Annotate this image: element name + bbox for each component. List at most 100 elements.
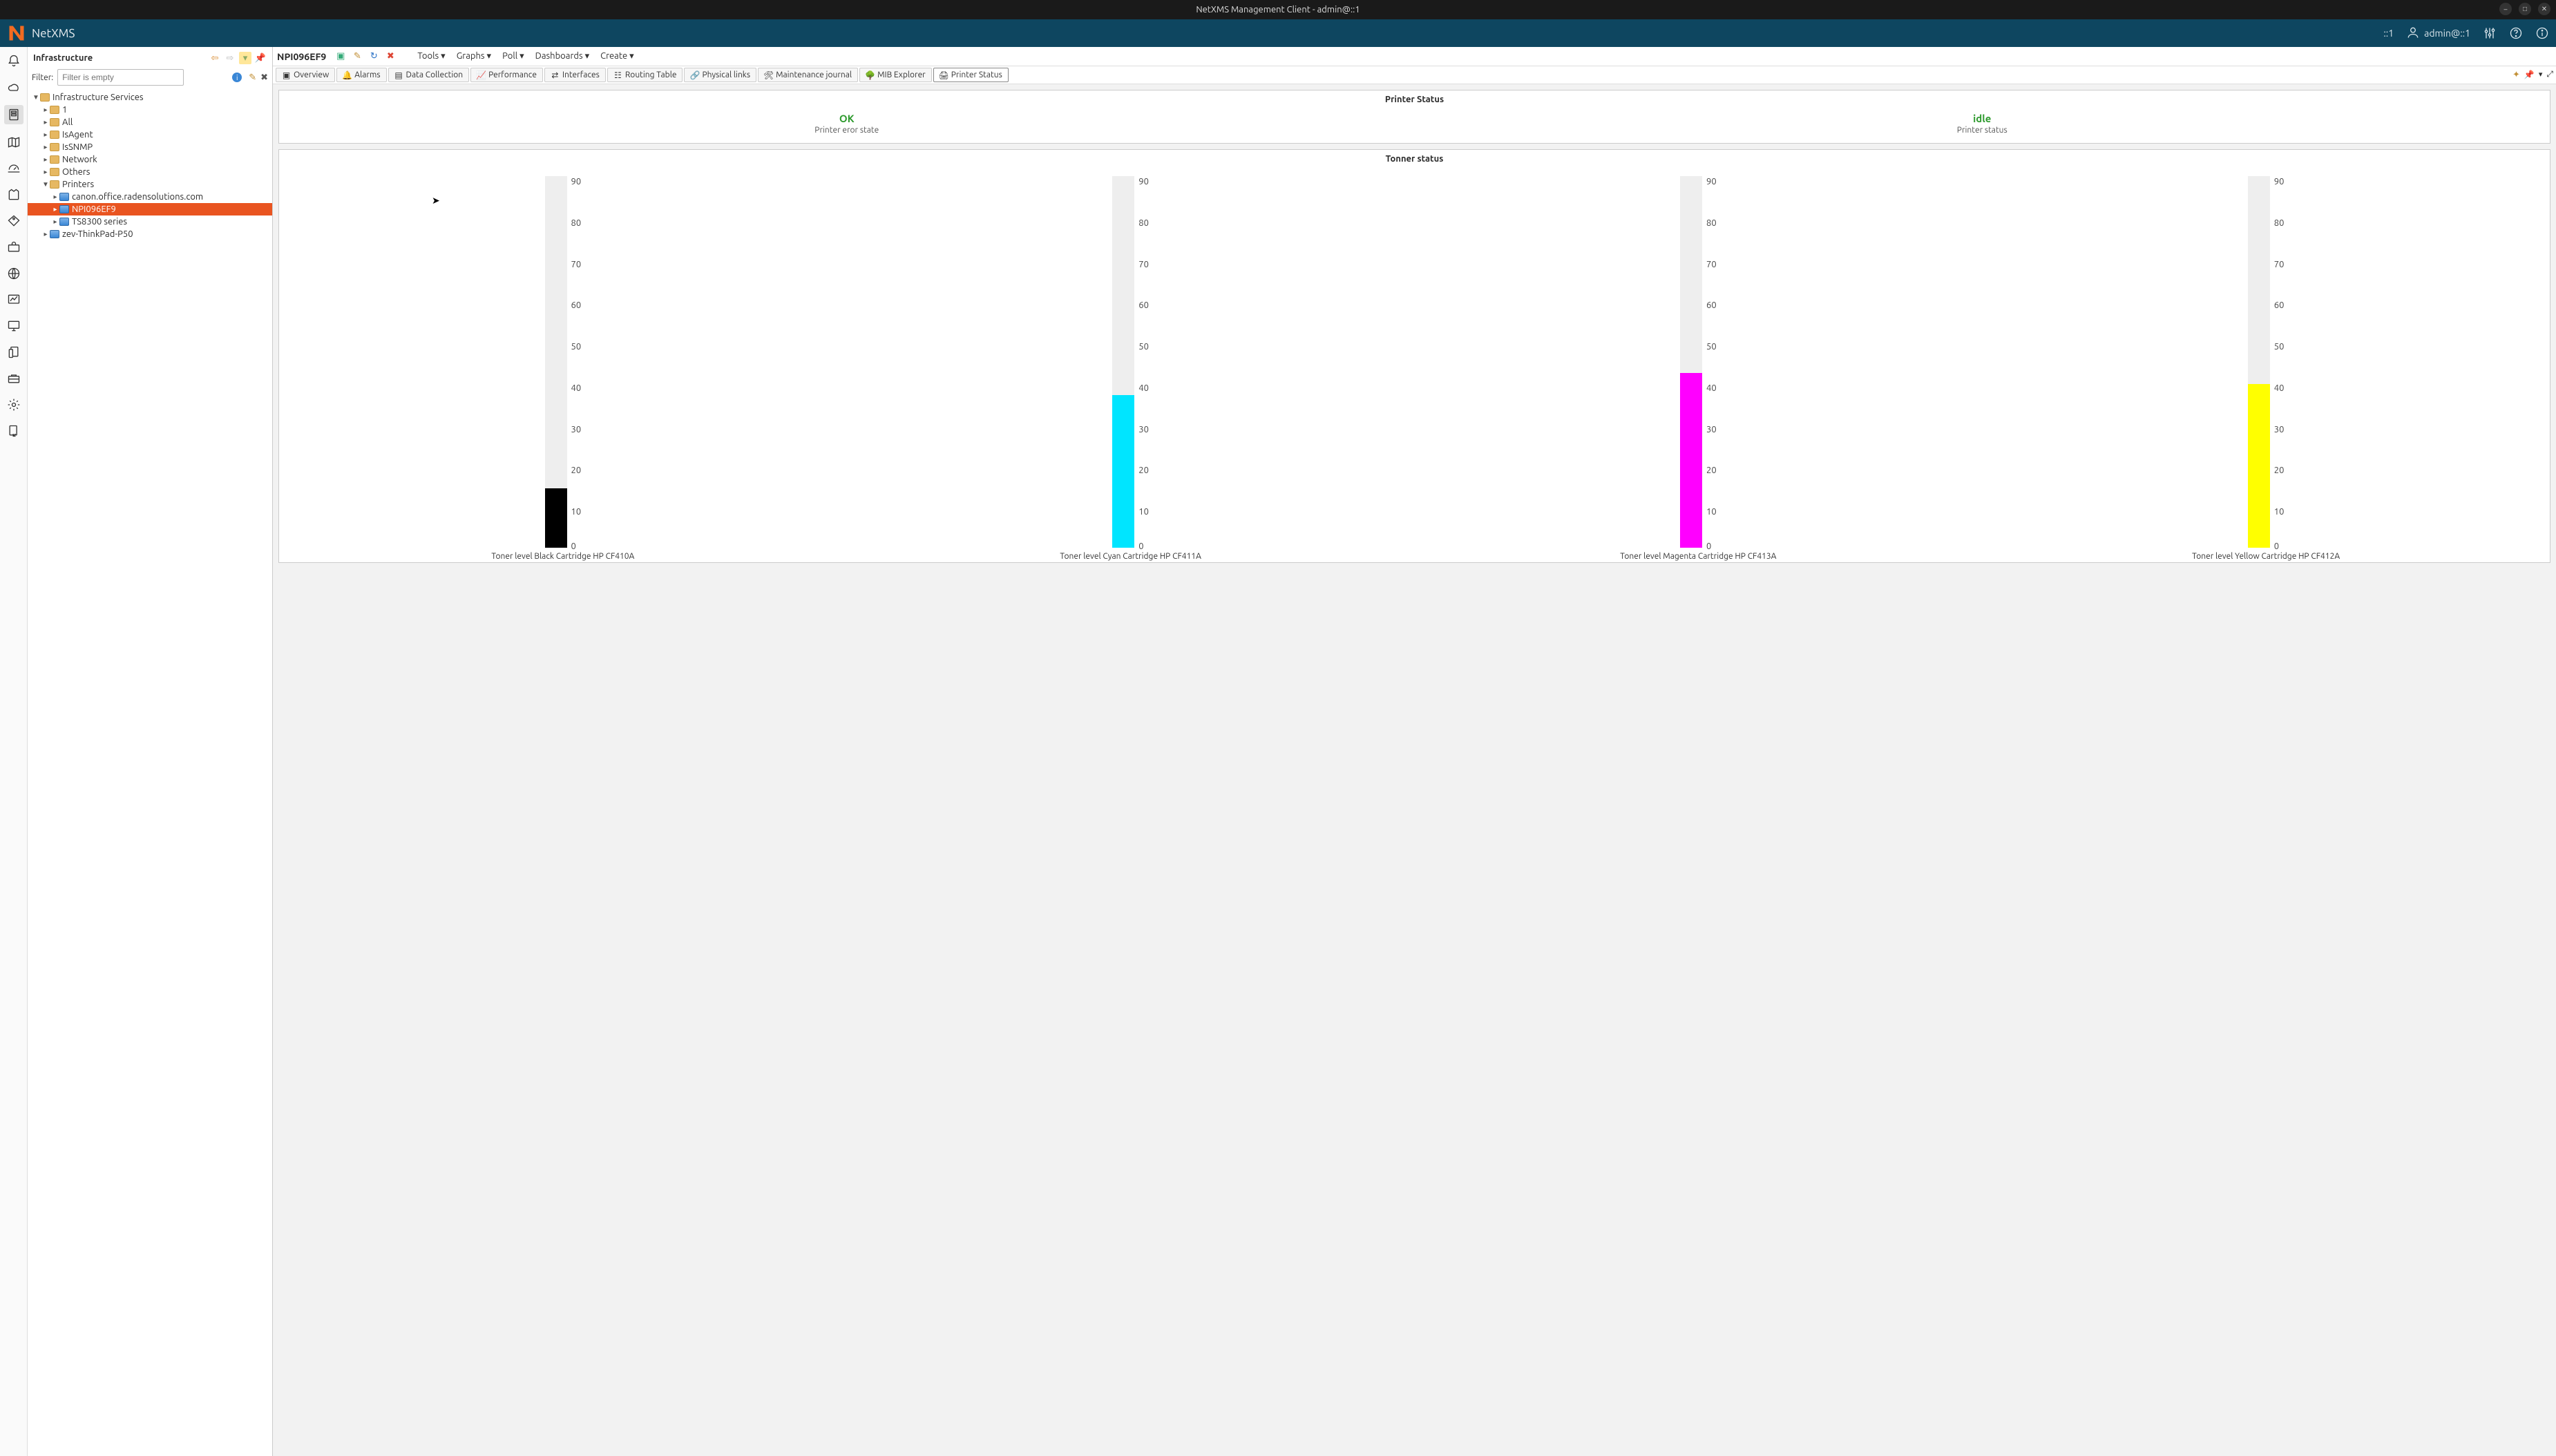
tree-item[interactable]: ▸IsSNMP: [28, 141, 272, 153]
object-menu[interactable]: Poll ▾: [497, 51, 530, 61]
tab-performance[interactable]: 📈Performance: [470, 68, 543, 82]
nav-back-icon[interactable]: ⇦: [209, 52, 221, 64]
gauge-fill: [2248, 384, 2270, 548]
tab-pin-icon[interactable]: 📌: [2524, 70, 2535, 80]
tree-item[interactable]: ▸1: [28, 104, 272, 116]
tab-dropdown-icon[interactable]: ▾: [2539, 70, 2543, 80]
window-close-button[interactable]: ✕: [2538, 3, 2550, 15]
rail-export-icon[interactable]: [6, 423, 22, 439]
rail-monitor-icon[interactable]: [6, 318, 22, 334]
nav-forward-icon[interactable]: ⇨: [224, 52, 236, 64]
object-menu[interactable]: Graphs ▾: [451, 51, 497, 61]
tab-routing table[interactable]: ☷Routing Table: [607, 68, 683, 82]
rail-device-icon[interactable]: [6, 344, 22, 361]
object-tabstrip: ▣Overview🔔Alarms▤Data Collection📈Perform…: [273, 66, 2556, 84]
window-maximize-button[interactable]: □: [2519, 3, 2531, 15]
user-menu[interactable]: admin@::1: [2406, 26, 2470, 41]
gauge-label: Toner level Yellow Cartridge HP CF412A: [2192, 552, 2340, 561]
tab-mib explorer[interactable]: 🌳MIB Explorer: [859, 68, 932, 82]
infrastructure-panel: Infrastructure ⇦ ⇨ ▾ 📌 Filter: i ✎ ✖ ▼In…: [28, 47, 273, 1456]
rail-world-icon[interactable]: [6, 265, 22, 282]
window-minimize-button[interactable]: –: [2499, 3, 2512, 15]
gauge-label: Toner level Black Cartridge HP CF410A: [491, 552, 634, 561]
tab-icon: ▣: [282, 70, 291, 79]
rail-tools-icon[interactable]: [6, 370, 22, 387]
filter-label: Filter:: [32, 73, 53, 82]
object-menu[interactable]: Tools ▾: [412, 51, 450, 61]
tab-maintenance journal[interactable]: 🛠Maintenance journal: [758, 68, 858, 82]
tree-item[interactable]: ▸All: [28, 116, 272, 128]
tree-item[interactable]: ▸canon.office.radensolutions.com: [28, 191, 272, 203]
rail-templates-icon[interactable]: [6, 186, 22, 203]
tab-icon: ⇄: [551, 70, 560, 79]
filter-clear-icon[interactable]: ✖: [260, 73, 268, 83]
rail-config-icon[interactable]: [6, 396, 22, 413]
obj-delete-icon[interactable]: ✖: [384, 50, 397, 63]
status-value: OK: [279, 113, 1415, 124]
tree-item[interactable]: ▸zev-ThinkPad-P50: [28, 228, 272, 240]
status-value: idle: [1415, 113, 2550, 124]
tab-interfaces[interactable]: ⇄Interfaces: [544, 68, 606, 82]
object-menu[interactable]: Create ▾: [595, 51, 640, 61]
tab-physical links[interactable]: 🔗Physical links: [684, 68, 756, 82]
obj-refresh-icon[interactable]: ↻: [368, 50, 380, 63]
tree-root[interactable]: ▼Infrastructure Services: [28, 91, 272, 104]
toner-gauge: 9080706050403020100Toner level Black Car…: [279, 175, 847, 561]
tab-alarms[interactable]: 🔔Alarms: [336, 68, 386, 82]
filter-toggle-icon[interactable]: ▾: [239, 52, 251, 64]
tab-data collection[interactable]: ▤Data Collection: [388, 68, 470, 82]
tab-icon: 🔗: [690, 70, 699, 79]
gauge-ticks: 9080706050403020100: [1706, 176, 1717, 548]
filter-input[interactable]: [57, 69, 184, 86]
tab-icon: 🛠: [764, 70, 773, 79]
rail-tags-icon[interactable]: [6, 213, 22, 229]
gauge-track: [545, 176, 567, 548]
info-icon[interactable]: [2535, 26, 2549, 40]
tree-item[interactable]: ▼Printers: [28, 178, 272, 191]
window-titlebar: NetXMS Management Client - admin@::1 – □…: [0, 0, 2556, 19]
app-logo-icon: [7, 23, 26, 43]
object-toolbar: NPI096EF9 ▣ ✎ ↻ ✖ Tools ▾Graphs ▾Poll ▾D…: [273, 47, 2556, 66]
tab-overview[interactable]: ▣Overview: [276, 68, 335, 82]
object-tree[interactable]: ▼Infrastructure Services▸1▸All▸IsAgent▸I…: [28, 88, 272, 1456]
tab-icon: 🖨: [940, 70, 948, 79]
tree-item[interactable]: ▸Network: [28, 153, 272, 166]
tree-item[interactable]: ▸TS8300 series: [28, 215, 272, 228]
tree-item[interactable]: ▸Others: [28, 166, 272, 178]
pin-icon[interactable]: 📌: [254, 52, 267, 64]
object-title: NPI096EF9: [277, 51, 326, 62]
rail-infrastructure-icon[interactable]: [4, 105, 23, 124]
tree-item[interactable]: ▸IsAgent: [28, 128, 272, 141]
gauge-label: Toner level Cyan Cartridge HP CF411A: [1060, 552, 1201, 561]
gauge-label: Toner level Magenta Cartridge HP CF413A: [1620, 552, 1776, 561]
status-cell: OK Printer eror state: [279, 113, 1415, 135]
filter-edit-icon[interactable]: ✎: [249, 73, 256, 83]
tab-icon: ☷: [613, 70, 622, 79]
tab-printer status[interactable]: 🖨Printer Status: [933, 68, 1009, 82]
rail-business-icon[interactable]: [6, 239, 22, 256]
object-menu[interactable]: Dashboards ▾: [530, 51, 595, 61]
rail-dashboards-icon[interactable]: [6, 160, 22, 177]
printer-status-title: Printer Status: [279, 90, 2550, 108]
gauge-track: [1680, 176, 1702, 548]
obj-edit-icon[interactable]: ✎: [351, 50, 363, 63]
window-title: NetXMS Management Client - admin@::1: [1196, 5, 1360, 15]
app-brand: NetXMS: [32, 27, 75, 40]
tab-icon: ▤: [394, 70, 403, 79]
rail-alarms-icon[interactable]: [6, 52, 22, 69]
user-icon: [2406, 26, 2420, 41]
status-sub: Printer eror state: [279, 126, 1415, 135]
server-label[interactable]: ::1: [2383, 28, 2394, 39]
obj-properties-icon[interactable]: ▣: [334, 50, 347, 63]
rail-maps-icon[interactable]: [6, 134, 22, 151]
help-icon[interactable]: [2509, 26, 2523, 40]
panel-title: Infrastructure: [33, 53, 206, 63]
gauge-fill: [1112, 395, 1134, 548]
tab-popout-icon[interactable]: ⤢: [2546, 70, 2553, 80]
tab-refresh-icon[interactable]: ✦: [2512, 70, 2520, 80]
filter-info-icon[interactable]: i: [232, 73, 242, 82]
settings-sliders-icon[interactable]: [2483, 26, 2497, 40]
rail-cloud-icon[interactable]: [6, 79, 22, 95]
rail-graphs-icon[interactable]: [6, 291, 22, 308]
tree-item[interactable]: ▸NPI096EF9: [28, 203, 272, 215]
